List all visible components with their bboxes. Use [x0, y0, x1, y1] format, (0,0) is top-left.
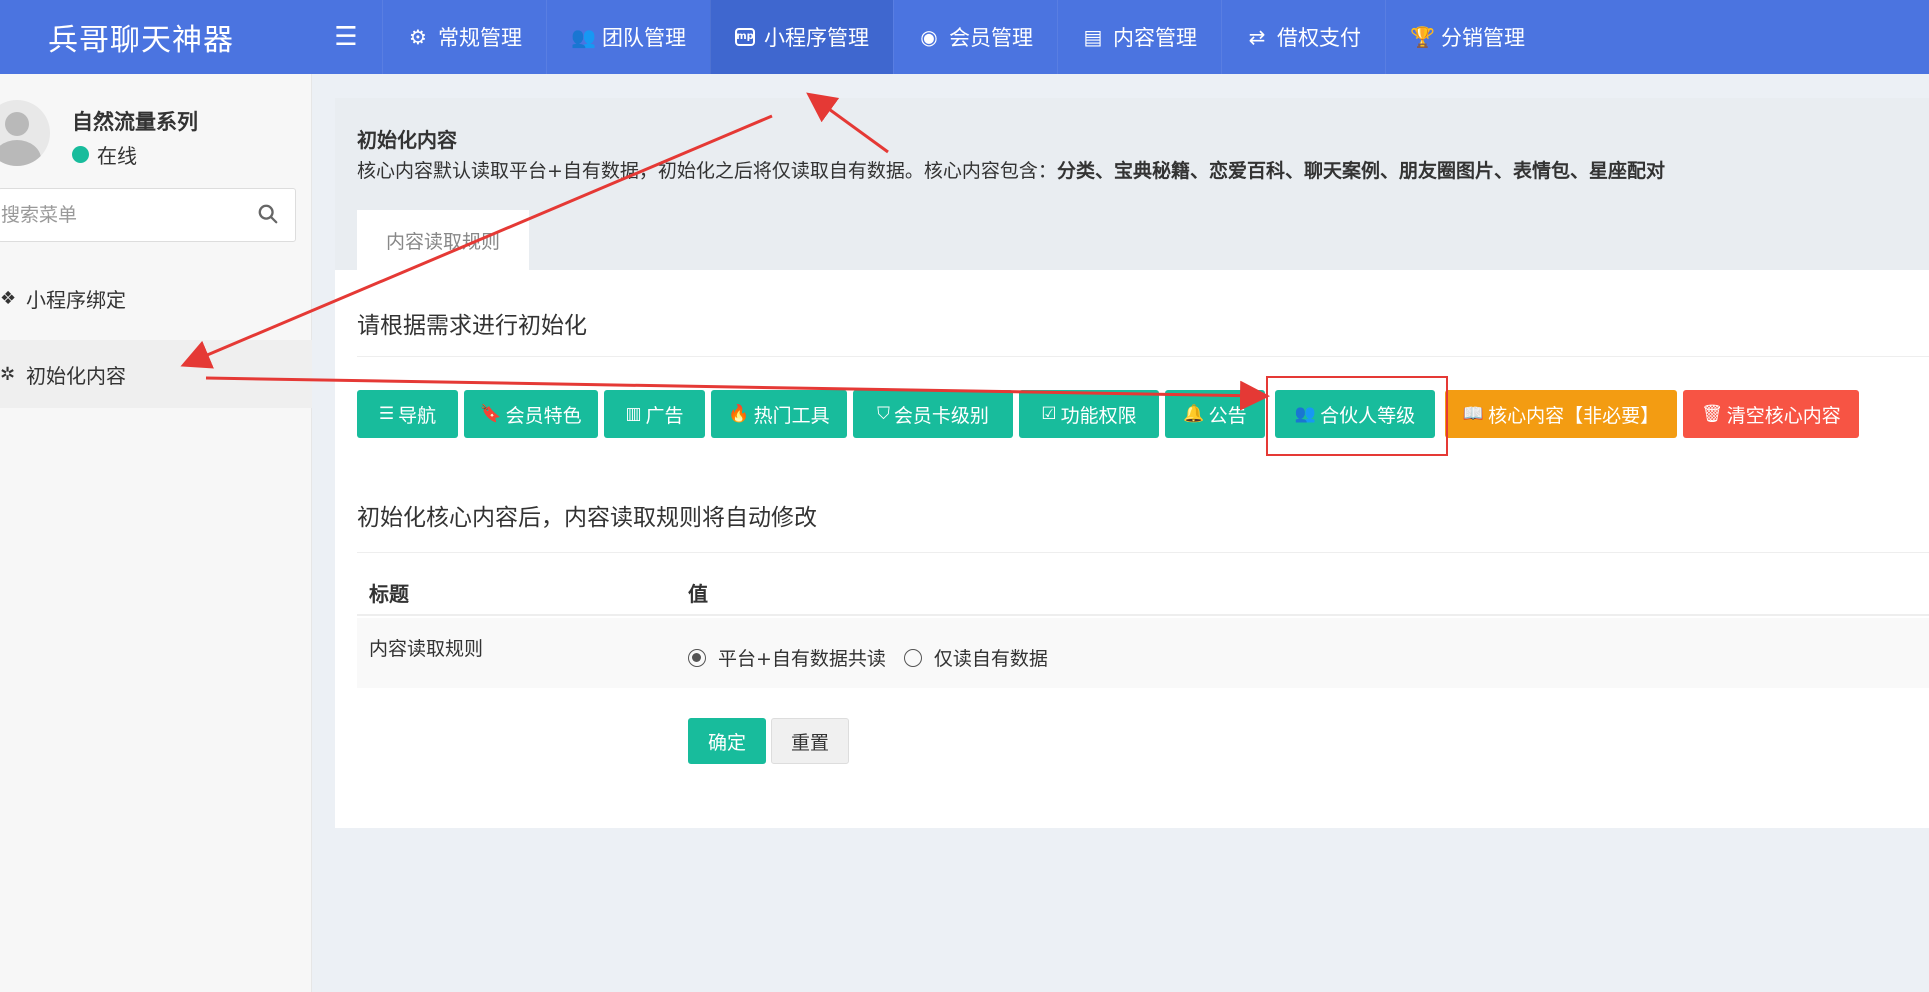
read-rule-radio-group: 平台+自有数据共读 仅读自有数据: [688, 644, 1066, 671]
nav-item-members[interactable]: ◉ 会员管理: [893, 0, 1057, 74]
sidebar-item-mp-bind[interactable]: ❖ 小程序绑定: [0, 264, 312, 332]
btn-member-features[interactable]: 🔖 会员特色: [464, 390, 598, 438]
map-icon: ▥: [625, 404, 642, 424]
avatar: [0, 100, 50, 166]
trophy-icon: 🏆: [1410, 25, 1435, 49]
sidebar: 自然流量系列 在线 ❖ 小程序绑定 ✲ 初始化内容: [0, 74, 312, 992]
search-input[interactable]: [0, 204, 239, 226]
tab-read-rules[interactable]: 内容读取规则: [357, 210, 529, 270]
divider: [357, 356, 1929, 357]
nav-item-label: 小程序管理: [764, 26, 869, 50]
top-nav: ⚙ 常规管理 👥 团队管理 mp 小程序管理 ◉ 会员管理 ▤ 内容管理 ⇄ 借…: [382, 0, 1549, 74]
menu-toggle-icon[interactable]: ☰: [310, 0, 382, 74]
btn-notice[interactable]: 🔔 公告: [1165, 390, 1265, 438]
nav-item-distribution[interactable]: 🏆 分销管理: [1385, 0, 1549, 74]
online-dot-icon: [72, 146, 89, 163]
users-icon: 👥: [571, 25, 596, 49]
book-icon: 📖: [1462, 404, 1485, 424]
nav-item-miniprogram[interactable]: mp 小程序管理: [710, 0, 893, 74]
sidebar-item-init-content[interactable]: ✲ 初始化内容: [0, 340, 312, 408]
newspaper-icon: ▤: [1083, 25, 1103, 49]
user-status: 在线: [72, 140, 137, 169]
trash-icon: 🗑: [1701, 404, 1723, 424]
list-icon: ☰: [378, 404, 395, 424]
section-title-notice: 初始化核心内容后，内容读取规则将自动修改: [357, 505, 817, 531]
nav-item-label: 团队管理: [602, 26, 686, 50]
description-text: 核心内容默认读取平台+自有数据，初始化之后将仅读取自有数据。核心内容包含：: [357, 160, 1057, 182]
search-icon[interactable]: [257, 203, 279, 225]
btn-card-levels[interactable]: ⛉ 会员卡级别: [853, 390, 1013, 438]
th-value: 值: [688, 582, 708, 606]
divider: [357, 552, 1929, 553]
bookmark-icon: 🔖: [480, 404, 502, 424]
btn-clear-core[interactable]: 🗑 清空核心内容: [1683, 390, 1859, 438]
radio-platform-and-own[interactable]: [688, 648, 706, 667]
user-name: 自然流量系列: [72, 110, 198, 134]
radio-own-only[interactable]: [903, 648, 922, 667]
exchange-icon: ⇄: [1248, 25, 1266, 49]
user-circle-icon: ◉: [920, 25, 938, 49]
paw-icon: ✲: [0, 363, 16, 385]
reset-button[interactable]: 重置: [771, 718, 849, 764]
box-header: 初始化内容 核心内容默认读取平台+自有数据，初始化之后将仅读取自有数据。核心内容…: [335, 98, 1929, 270]
nav-item-label: 会员管理: [949, 26, 1033, 50]
table-row: 内容读取规则 平台+自有数据共读 仅读自有数据: [357, 618, 1929, 688]
btn-nav[interactable]: ☰ 导航: [357, 390, 458, 438]
shield-icon: ⛉: [877, 404, 890, 424]
nav-item-label: 分销管理: [1441, 26, 1525, 50]
nav-item-label: 内容管理: [1113, 26, 1197, 50]
page-title: 初始化内容: [357, 128, 457, 152]
annotation-highlight-box: [1266, 376, 1448, 456]
nav-item-team[interactable]: 👥 团队管理: [546, 0, 710, 74]
sidebar-item-label: 初始化内容: [26, 363, 126, 388]
status-text: 在线: [97, 144, 137, 168]
nav-item-payment[interactable]: ⇄ 借权支付: [1221, 0, 1385, 74]
bell-icon: 🔔: [1183, 404, 1205, 424]
btn-core-content[interactable]: 📖 核心内容【非必要】: [1445, 390, 1677, 438]
row-label: 内容读取规则: [369, 638, 484, 660]
top-navbar: 兵哥聊天神器 ☰ ⚙ 常规管理 👥 团队管理 mp 小程序管理 ◉ 会员管理 ▤…: [0, 0, 1929, 74]
content-box: 初始化内容 核心内容默认读取平台+自有数据，初始化之后将仅读取自有数据。核心内容…: [335, 98, 1929, 828]
nav-item-label: 常规管理: [438, 26, 522, 50]
check-square-icon: ☑: [1041, 404, 1057, 424]
nav-item-content[interactable]: ▤ 内容管理: [1057, 0, 1221, 74]
description-bold: 分类、宝典秘籍、恋爱百科、聊天案例、朋友圈图片、表情包、星座配对: [1056, 160, 1665, 182]
page-description: 核心内容默认读取平台+自有数据，初始化之后将仅读取自有数据。核心内容包含：分类、…: [357, 156, 1665, 183]
confirm-button[interactable]: 确定: [688, 718, 766, 764]
btn-hot-tools[interactable]: 🔥 热门工具: [711, 390, 847, 438]
btn-ads[interactable]: ▥ 广告: [604, 390, 705, 438]
cubes-icon: ❖: [0, 287, 17, 309]
sidebar-item-label: 小程序绑定: [26, 287, 126, 312]
table-header: 标题 值: [357, 560, 1929, 616]
search-box: [0, 188, 296, 242]
brand-logo[interactable]: 兵哥聊天神器: [0, 0, 310, 74]
nav-item-label: 借权支付: [1277, 26, 1361, 50]
mp-icon: mp: [735, 28, 755, 46]
nav-item-general[interactable]: ⚙ 常规管理: [382, 0, 546, 74]
th-title: 标题: [369, 582, 409, 606]
radio-label[interactable]: 仅读自有数据: [934, 644, 1048, 671]
radio-label[interactable]: 平台+自有数据共读: [718, 644, 886, 671]
gears-icon: ⚙: [409, 25, 427, 49]
fire-icon: 🔥: [728, 404, 750, 424]
user-panel: 自然流量系列 在线: [0, 86, 312, 169]
section-title-init: 请根据需求进行初始化: [357, 313, 587, 339]
btn-permissions[interactable]: ☑ 功能权限: [1019, 390, 1159, 438]
